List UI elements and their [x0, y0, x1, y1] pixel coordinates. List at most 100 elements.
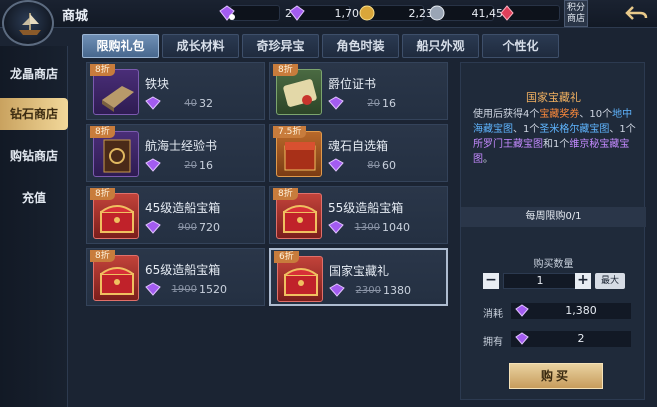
tab-limited-packs[interactable]: 限购礼包 [82, 34, 159, 58]
shop-item-card[interactable]: 8折 航海士经验书 20 16 [86, 124, 265, 182]
ship-logo [2, 0, 54, 46]
sidebar-item-recharge[interactable]: 充值 [0, 182, 68, 214]
owned-value: 2 [577, 332, 585, 345]
original-price: 40 [184, 98, 197, 109]
sidebar-item-dragon-crystal-shop[interactable]: 龙晶商店 [0, 58, 68, 90]
gold-coin-icon [358, 4, 376, 22]
purple-gem-icon [145, 96, 161, 110]
detail-description: 使用后获得4个宝藏奖券、10个地中海藏宝图、1个圣米格尔藏宝图、1个所罗门王藏宝… [473, 107, 639, 167]
quantity-input[interactable]: 1 [503, 273, 577, 289]
cost-label: 消耗 [483, 309, 503, 320]
item-detail-panel: 国家宝藏礼 使用后获得4个宝藏奖券、10个地中海藏宝图、1个圣米格尔藏宝图、1个… [460, 62, 646, 400]
top-bar: 商城 2 1,706 2,230 41,451 0 积分商店 [0, 0, 657, 28]
tab-growth-materials[interactable]: 成长材料 [162, 34, 239, 58]
discount-badge: 8折 [90, 64, 115, 76]
discount-badge: 7.5折 [273, 126, 307, 138]
desc-text: 。 [483, 154, 493, 165]
item-name: 铁块 [145, 77, 170, 91]
desc-text: 、1个 [513, 124, 540, 135]
original-price: 20 [184, 160, 197, 171]
sale-price: 32 [199, 97, 213, 110]
original-price: 900 [177, 222, 197, 233]
points-shop-button[interactable]: 积分商店 [564, 0, 588, 27]
item-name: 55级造船宝箱 [328, 201, 404, 215]
item-name: 国家宝藏礼 [329, 264, 390, 278]
purple-gem-icon [328, 158, 344, 172]
purple-gem-icon [288, 4, 306, 22]
page-title: 商城 [62, 9, 89, 24]
original-price: 1900 [171, 284, 197, 295]
detail-title: 国家宝藏礼 [526, 91, 581, 104]
buy-button[interactable]: 购买 [509, 363, 603, 389]
discount-badge: 8折 [90, 188, 115, 200]
desc-highlight: 宝藏奖券 [539, 109, 580, 120]
discount-badge: 6折 [274, 251, 299, 263]
purple-gem-plus-icon [218, 4, 236, 22]
tab-ship-appearance[interactable]: 船只外观 [402, 34, 479, 58]
purple-gem-icon [328, 220, 344, 234]
item-name: 魂石自选箱 [328, 139, 389, 153]
desc-highlight: 圣米格尔藏宝图 [539, 124, 610, 135]
discount-badge: 8折 [90, 250, 115, 262]
original-price: 20 [367, 98, 380, 109]
purple-gem-icon [145, 220, 161, 234]
purple-gem-icon [328, 96, 344, 110]
item-name: 65级造船宝箱 [145, 263, 221, 277]
currency-purple-gem[interactable]: 1,706 [288, 4, 366, 22]
purple-gem-icon [515, 332, 529, 345]
ship-icon [19, 13, 41, 35]
shop-item-card[interactable]: 8折 55级造船宝箱 1300 1040 [269, 186, 448, 244]
desc-highlight: 所罗门王藏宝图 [473, 139, 543, 150]
sale-price: 720 [199, 221, 220, 234]
category-tabs: 限购礼包 成长材料 奇珍异宝 角色时装 船只外观 个性化 [82, 34, 559, 58]
desc-text: 、1个 [609, 124, 636, 135]
original-price: 2300 [355, 285, 381, 296]
sidebar-item-diamond-shop[interactable]: 钻石商店 [0, 98, 68, 130]
purple-gem-icon [515, 304, 529, 317]
sidebar-item-buy-diamond-shop[interactable]: 购钻商店 [0, 140, 68, 172]
owned-field: 2 [511, 331, 631, 347]
quantity-minus-button[interactable]: − [483, 273, 499, 289]
sale-price: 1040 [382, 221, 410, 234]
item-name: 爵位证书 [328, 77, 377, 91]
sale-price: 1380 [383, 284, 411, 297]
quantity-plus-button[interactable]: + [575, 273, 591, 289]
cost-value: 1,380 [565, 304, 597, 317]
discount-badge: 8折 [273, 64, 298, 76]
shop-item-card[interactable]: 8折 爵位证书 20 16 [269, 62, 448, 120]
item-name: 45级造船宝箱 [145, 201, 221, 215]
quantity-label: 购买数量 [533, 259, 574, 270]
currency-value: 2 [285, 6, 292, 20]
currency-purple-gem-plus[interactable]: 2 [218, 4, 292, 22]
sale-price: 60 [382, 159, 396, 172]
discount-badge: 8折 [273, 188, 298, 200]
shop-item-card[interactable]: 7.5折 魂石自选箱 80 60 [269, 124, 448, 182]
sale-price: 16 [382, 97, 396, 110]
item-name: 航海士经验书 [145, 139, 218, 153]
shop-item-card-selected[interactable]: 6折 国家宝藏礼 2300 1380 [269, 248, 448, 306]
shop-item-card[interactable]: 8折 45级造船宝箱 900 720 [86, 186, 265, 244]
max-quantity-button[interactable]: 最大 [595, 273, 625, 289]
cost-field: 1,380 [511, 303, 631, 319]
shop-item-card[interactable]: 8折 65级造船宝箱 1900 1520 [86, 248, 265, 306]
purple-gem-icon [145, 158, 161, 172]
original-price: 1300 [354, 222, 380, 233]
desc-text: 、10个 [579, 109, 613, 120]
purple-gem-icon [145, 282, 161, 296]
sale-price: 16 [199, 159, 213, 172]
tab-character-fashion[interactable]: 角色时装 [322, 34, 399, 58]
tab-personalization[interactable]: 个性化 [482, 34, 559, 58]
desc-text: 使用后获得4个 [473, 109, 540, 120]
tab-rare-treasures[interactable]: 奇珍异宝 [242, 34, 319, 58]
desc-text: 和1个 [543, 139, 570, 150]
shop-item-card[interactable]: 8折 铁块 40 32 [86, 62, 265, 120]
original-price: 80 [367, 160, 380, 171]
sidebar: 龙晶商店 钻石商店 购钻商店 充值 [0, 46, 68, 407]
purple-gem-icon [329, 283, 345, 297]
red-crystal-icon [498, 4, 516, 22]
back-arrow-icon [625, 6, 648, 20]
silver-coin-icon [428, 4, 446, 22]
back-button[interactable] [624, 2, 650, 24]
owned-label: 拥有 [483, 337, 503, 348]
weekly-limit: 每周限购0/1 [461, 207, 646, 227]
